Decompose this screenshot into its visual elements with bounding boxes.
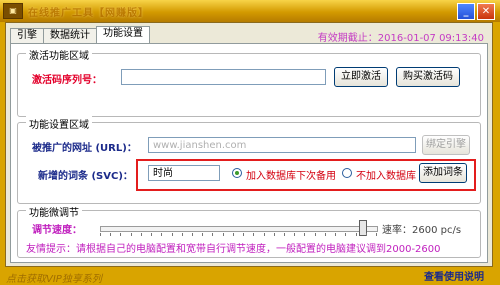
slider-tick <box>161 233 163 236</box>
slider-tick <box>110 233 112 236</box>
slider-tick <box>181 233 183 236</box>
radio-no-db[interactable] <box>342 168 352 178</box>
slider-tick <box>171 233 173 236</box>
tab-statistics[interactable]: 数据统计 <box>43 28 97 43</box>
bind-engine-button[interactable]: 绑定引擎 <box>422 135 470 155</box>
speed-label: 调节速度： <box>32 225 82 236</box>
radio-add-to-db[interactable] <box>232 168 242 178</box>
slider-tick <box>314 233 316 236</box>
window-title: 在线推广工具【网赚版】 <box>28 8 149 19</box>
slider-tick <box>120 233 122 236</box>
slider-tick <box>294 233 296 236</box>
slider-tick <box>151 233 153 236</box>
app-window: ▣ 在线推广工具【网赚版】 _ ✕ 引擎 数据统计 功能设置 有效期截止：201… <box>0 0 500 285</box>
slider-tick <box>192 233 193 236</box>
radio-no-db-label: 不加入数据库 <box>356 171 416 182</box>
url-input[interactable]: www.jianshen.com <box>148 137 416 153</box>
slider-tick <box>263 233 265 236</box>
tuning-group-title: 功能微调节 <box>26 204 82 219</box>
slider-tick <box>273 233 275 236</box>
slider-tick <box>222 233 224 236</box>
slider-tick <box>365 233 367 236</box>
slider-tick <box>212 233 214 236</box>
settings-group-title: 功能设置区域 <box>26 116 92 131</box>
slider-tick <box>376 233 377 236</box>
tip-text: 友情提示：请根据自己的电脑配置和宽带自行调节速度，一般配置的电脑建议调到2000… <box>26 244 441 255</box>
app-icon: ▣ <box>3 3 23 19</box>
slider-tick <box>202 233 204 236</box>
slider-tick <box>335 233 337 236</box>
activate-button[interactable]: 立即激活 <box>334 67 388 87</box>
title-bar[interactable]: ▣ 在线推广工具【网赚版】 _ ✕ <box>0 0 500 22</box>
slider-tick <box>345 233 347 236</box>
settings-content: 激活功能区域 激活码序列号： 立即激活 购买激活码 功能设置区域 被推广的网址 … <box>10 43 488 263</box>
tuning-group: 功能微调节 调节速度： 速率：2600 pc/s 友情提示：请根据自己的电脑配置… <box>17 204 481 258</box>
help-link[interactable]: 查看使用说明 <box>424 268 484 283</box>
buy-code-button[interactable]: 购买激活码 <box>396 67 460 87</box>
svc-label: 新增的词条 (SVC)： <box>38 171 133 182</box>
tab-bar: 引擎 数据统计 功能设置 <box>10 26 150 44</box>
slider-tick <box>253 233 255 236</box>
tab-settings[interactable]: 功能设置 <box>96 26 150 43</box>
slider-tick <box>284 233 285 236</box>
speed-value: 速率：2600 pc/s <box>382 225 462 236</box>
add-entry-button[interactable]: 添加词条 <box>419 163 467 183</box>
speed-slider-track[interactable] <box>100 226 378 232</box>
slider-tick <box>324 233 326 236</box>
activation-group: 激活功能区域 激活码序列号： 立即激活 购买激活码 <box>17 47 481 117</box>
activation-group-title: 激活功能区域 <box>26 47 92 62</box>
url-label: 被推广的网址 (URL)： <box>32 143 137 154</box>
slider-tick <box>243 233 245 236</box>
slider-tick <box>140 233 142 236</box>
radio-add-to-db-label: 加入数据库下次备用 <box>246 171 336 182</box>
slider-tick <box>232 233 234 236</box>
slider-tick <box>100 233 101 236</box>
settings-group: 功能设置区域 被推广的网址 (URL)： www.jianshen.com 绑定… <box>17 116 481 204</box>
slider-tick <box>355 233 357 236</box>
slider-tick <box>130 233 132 236</box>
svc-input[interactable]: 时尚 <box>148 165 220 181</box>
expiry-date: 有效期截止：2016-01-07 09:13:40 <box>317 33 484 44</box>
minimize-button[interactable]: _ <box>457 3 475 20</box>
slider-tick <box>304 233 306 236</box>
serial-input[interactable] <box>121 69 326 85</box>
vip-banner[interactable]: 点击获取VIP独享系列 <box>6 270 102 285</box>
close-button[interactable]: ✕ <box>477 3 495 20</box>
serial-label: 激活码序列号： <box>32 75 102 86</box>
radio-selected-dot <box>235 171 239 175</box>
tab-engine[interactable]: 引擎 <box>10 28 44 43</box>
main-panel: 引擎 数据统计 功能设置 有效期截止：2016-01-07 09:13:40 激… <box>5 22 493 267</box>
